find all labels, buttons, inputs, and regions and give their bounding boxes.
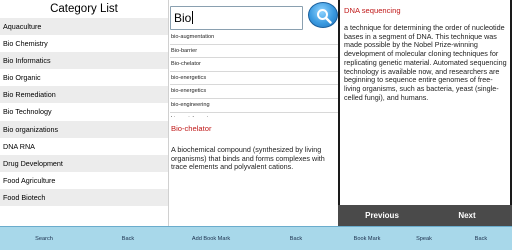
category-list-title: Category List — [50, 3, 118, 15]
suggestion-item[interactable]: bio-augmentation — [170, 31, 338, 45]
left-back-button[interactable]: Back — [122, 227, 134, 250]
category-item-bio-chemistry[interactable]: Bio Chemistry — [0, 35, 168, 53]
search-icon — [317, 9, 332, 24]
previous-button[interactable]: Previous — [365, 205, 399, 226]
suggestion-item[interactable]: Bio-barrier — [170, 45, 338, 59]
suggestion-item[interactable]: bio-engineering — [170, 99, 338, 113]
category-item-bio-technology[interactable]: Bio Technology — [0, 103, 168, 121]
suggestion-item[interactable]: Bio-chelator — [170, 58, 338, 72]
category-item-drug-development[interactable]: Drug Development — [0, 154, 168, 172]
definition-text: A biochemical compound (synthesized by l… — [171, 145, 325, 172]
definition-title: Bio-chelator — [171, 124, 212, 133]
term-definition: a technique for determining the order of… — [344, 23, 507, 102]
suggestion-item[interactable]: bio-energetics — [170, 72, 338, 86]
search-input-value: Bio — [174, 11, 192, 25]
next-button[interactable]: Next — [458, 205, 475, 226]
category-panel: Category List Aquaculture Bio Chemistry … — [0, 0, 168, 226]
pager-bar: Previous Next — [338, 205, 512, 226]
search-input[interactable]: Bio — [170, 6, 303, 30]
category-item-food-agriculture[interactable]: Food Agriculture — [0, 171, 168, 189]
category-item-bio-remediation[interactable]: Bio Remediation — [0, 86, 168, 104]
category-item-food-biotech[interactable]: Food Biotech — [0, 188, 168, 207]
suggestion-item[interactable]: bio-enrichment — [170, 113, 338, 117]
category-item-bio-informatics[interactable]: Bio Informatics — [0, 52, 168, 70]
speak-button[interactable]: Speak — [416, 227, 432, 250]
term-title: DNA sequencing — [344, 6, 401, 15]
suggestion-list: bio-augmentation Bio-barrier Bio-chelato… — [170, 31, 338, 117]
detail-panel: DNA sequencing a technique for determini… — [338, 0, 512, 205]
add-bookmark-button[interactable]: Add Book Mark — [192, 227, 230, 250]
category-item-bio-organizations[interactable]: Bio organizations — [0, 120, 168, 138]
middle-toolbar: Add Book Mark Back — [168, 226, 338, 250]
bookmark-button[interactable]: Book Mark — [354, 227, 381, 250]
category-item-bio-organic[interactable]: Bio Organic — [0, 69, 168, 87]
search-tab-button[interactable]: Search — [35, 227, 53, 250]
suggestion-item[interactable]: bio-energetics — [170, 85, 338, 99]
right-toolbar: Book Mark Speak Back — [338, 226, 512, 250]
category-item-dna-rna[interactable]: DNA RNA — [0, 137, 168, 155]
text-caret — [192, 11, 194, 24]
search-panel: Bio bio-augmentation Bio-barrier Bio-che… — [168, 0, 338, 226]
middle-back-button[interactable]: Back — [290, 227, 302, 250]
search-button[interactable] — [308, 2, 338, 28]
category-item-aquaculture[interactable]: Aquaculture — [0, 18, 168, 36]
right-back-button[interactable]: Back — [475, 227, 487, 250]
left-toolbar: Search Back — [0, 226, 168, 250]
category-list: Aquaculture Bio Chemistry Bio Informatic… — [0, 18, 168, 207]
